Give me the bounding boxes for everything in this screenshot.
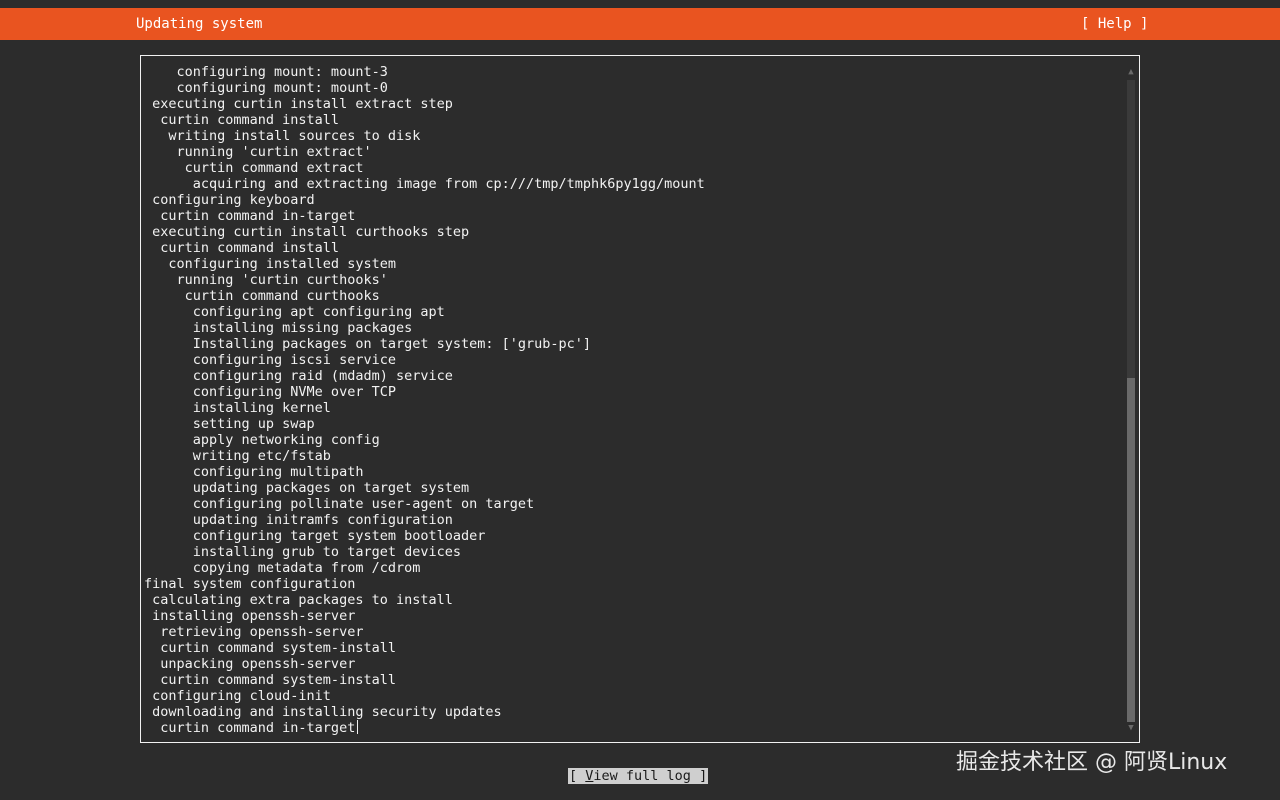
log-line: running 'curtin curthooks' [144,272,388,288]
text-cursor [357,720,359,734]
watermark: 掘金技术社区 @ 阿贤Linux [956,750,1228,775]
installer-screen: Updating system [ Help ] configuring mou… [0,0,1280,800]
log-line: curtin command system-install [144,640,396,656]
log-line: writing install sources to disk [144,128,421,144]
log-line: downloading and installing security upda… [144,704,502,720]
scroll-track[interactable] [1127,80,1135,722]
log-line: calculating extra packages to install [144,592,453,608]
log-line: configuring keyboard [144,192,315,208]
log-scrollbar[interactable]: ▲ ▼ [1125,66,1137,734]
log-line: executing curtin install curthooks step [144,224,470,240]
scroll-down-icon[interactable]: ▼ [1125,722,1137,734]
log-line: curtin command extract [144,160,364,176]
log-line: configuring multipath [144,464,364,480]
log-line: Installing packages on target system: ['… [144,336,592,352]
log-line: configuring raid (mdadm) service [144,368,453,384]
log-line: running 'curtin extract' [144,144,372,160]
screen-title: Updating system [136,16,263,32]
log-line: configuring mount: mount-3 [144,64,388,80]
scroll-thumb[interactable] [1127,378,1135,722]
log-line: retrieving openssh-server [144,624,364,640]
log-line: installing missing packages [144,320,413,336]
log-line: installing kernel [144,400,331,416]
log-line: curtin command install [144,240,340,256]
log-line: configuring installed system [144,256,396,272]
view-full-log-button[interactable]: [ View full log ] [568,768,709,784]
log-line: updating packages on target system [144,480,470,496]
header-bar: Updating system [ Help ] [0,8,1280,40]
log-line: configuring cloud-init [144,688,331,704]
log-line: configuring apt configuring apt [144,304,445,320]
log-line: installing openssh-server [144,608,356,624]
log-line: configuring NVMe over TCP [144,384,396,400]
log-line: configuring pollinate user-agent on targ… [144,496,535,512]
log-line: final system configuration [144,576,356,592]
log-line: copying metadata from /cdrom [144,560,421,576]
log-line: configuring iscsi service [144,352,396,368]
log-line: configuring target system bootloader [144,528,486,544]
view-log-rest: iew full log ] [593,768,708,784]
progress-log-panel[interactable]: configuring mount: mount-3 configuring m… [140,55,1140,743]
log-line: setting up swap [144,416,315,432]
log-lines: configuring mount: mount-3 configuring m… [144,64,1114,736]
log-line: writing etc/fstab [144,448,331,464]
log-line: curtin command curthooks [144,288,380,304]
log-line: curtin command install [144,112,340,128]
log-line: curtin command system-install [144,672,396,688]
log-line: configuring mount: mount-0 [144,80,388,96]
scroll-up-icon[interactable]: ▲ [1125,66,1137,78]
log-line: executing curtin install extract step [144,96,453,112]
log-line: apply networking config [144,432,380,448]
log-line: curtin command in-target [144,208,356,224]
log-line: unpacking openssh-server [144,656,356,672]
help-button[interactable]: [ Help ] [1081,16,1148,32]
log-line: acquiring and extracting image from cp:/… [144,176,705,192]
log-line: updating initramfs configuration [144,512,453,528]
log-line: curtin command in-target [144,720,1114,736]
log-line: installing grub to target devices [144,544,461,560]
view-log-prefix: [ [569,768,586,784]
